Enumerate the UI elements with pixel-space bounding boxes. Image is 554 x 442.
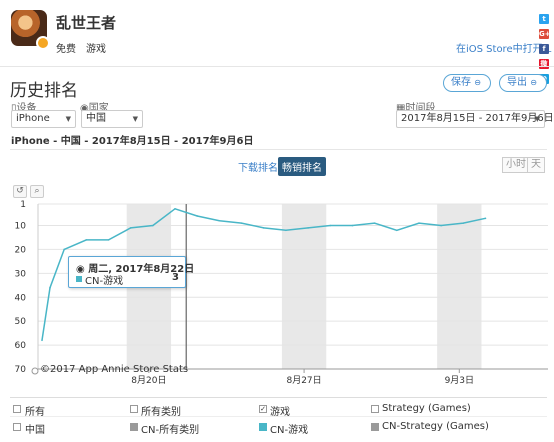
app-name: 乱世王者 bbox=[56, 14, 117, 32]
legend-row-label: 中国 bbox=[25, 425, 45, 436]
data-point bbox=[307, 227, 309, 229]
weibo-icon[interactable]: 微 bbox=[539, 59, 549, 69]
tooltip-series-swatch bbox=[76, 276, 82, 282]
export-button[interactable]: 导出 ⊖ bbox=[499, 74, 547, 92]
period-select-value: 2017年8月15日 - 2017年9月6日 bbox=[401, 113, 554, 124]
legend-item-label: 所有类别 bbox=[141, 407, 181, 418]
legend-item-label: Strategy (Games) bbox=[382, 403, 471, 414]
tooltip-value: 3 bbox=[172, 272, 179, 283]
data-point bbox=[196, 215, 199, 217]
legend-item-label: CN-游戏 bbox=[270, 425, 309, 436]
tooltip-series-name: CN-游戏 bbox=[85, 276, 124, 287]
data-point bbox=[418, 222, 420, 224]
tab-downloads[interactable]: 下载排名 bbox=[238, 159, 278, 174]
weekend-band bbox=[437, 204, 482, 369]
y-tick-label: 10 bbox=[15, 222, 27, 232]
page-title: 历史排名 bbox=[10, 81, 78, 101]
export-button-label: 导出 bbox=[507, 77, 527, 88]
ios-store-link[interactable]: 在iOS Store中打开 L bbox=[456, 40, 551, 55]
app-price: 免费 bbox=[56, 44, 76, 55]
legend-row-label: 所有 bbox=[25, 407, 45, 418]
chevron-down-icon: ▼ bbox=[132, 115, 138, 123]
row-checkbox[interactable] bbox=[13, 423, 21, 431]
data-point bbox=[462, 222, 465, 224]
copyright-text: ©2017 App Annie Store Stats bbox=[40, 364, 189, 375]
data-point bbox=[240, 222, 243, 224]
legend-swatch bbox=[371, 423, 379, 431]
period-select[interactable]: 2017年8月15日 - 2017年9月6日 ▼ bbox=[396, 110, 554, 128]
save-button[interactable]: 保存 ⊖ bbox=[443, 74, 491, 92]
legend-swatch bbox=[259, 423, 267, 431]
legend-checkbox[interactable] bbox=[371, 405, 379, 413]
y-tick-label: 20 bbox=[15, 245, 27, 255]
app-badge-icon bbox=[36, 36, 50, 50]
lock-icon: ⊖ bbox=[474, 78, 481, 87]
data-point bbox=[41, 339, 43, 342]
data-point bbox=[218, 219, 221, 222]
row-checkbox[interactable] bbox=[13, 405, 21, 413]
tab-revenue[interactable]: 畅销排名 bbox=[278, 157, 326, 176]
data-point bbox=[174, 207, 176, 210]
data-point bbox=[395, 229, 398, 232]
data-point bbox=[63, 248, 65, 251]
x-tick-label: 8月27日 bbox=[286, 375, 321, 386]
country-select-value: 中国 bbox=[86, 113, 106, 124]
data-point bbox=[484, 217, 487, 220]
legend-checkbox[interactable]: ✓ bbox=[259, 405, 267, 413]
y-tick-label: 40 bbox=[15, 293, 27, 303]
chevron-down-icon: ▼ bbox=[534, 115, 540, 123]
x-tick-label: 8月20日 bbox=[131, 375, 166, 386]
toggle-day[interactable]: 天 bbox=[527, 157, 545, 173]
data-point bbox=[49, 286, 51, 289]
twitter-icon[interactable]: t bbox=[539, 14, 549, 24]
facebook-icon[interactable]: f bbox=[539, 44, 549, 54]
chart-tooltip: ◉ 周二, 2017年8月22日 CN-游戏 3 bbox=[68, 256, 194, 288]
data-point bbox=[351, 224, 354, 227]
data-point bbox=[85, 239, 88, 241]
y-tick-label: 70 bbox=[15, 365, 27, 375]
summary-divider bbox=[10, 149, 547, 150]
data-point bbox=[129, 227, 132, 229]
summary-line: iPhone - 中国 - 2017年8月15日 - 2017年9月6日 bbox=[11, 136, 254, 147]
y-tick-label: 50 bbox=[15, 317, 27, 327]
data-point bbox=[262, 227, 265, 229]
data-point bbox=[373, 222, 376, 224]
data-point bbox=[440, 224, 442, 227]
lock-icon: ⊖ bbox=[530, 78, 537, 87]
app-category[interactable]: 游戏 bbox=[86, 40, 106, 55]
device-select-value: iPhone bbox=[16, 113, 50, 124]
device-select[interactable]: iPhone ▼ bbox=[11, 110, 76, 128]
country-select[interactable]: 中国 ▼ bbox=[81, 110, 143, 128]
chevron-down-icon: ▼ bbox=[65, 115, 71, 123]
y-tick-label: 60 bbox=[15, 341, 27, 351]
y-tick-label: 1 bbox=[20, 200, 26, 210]
legend-item-label: CN-所有类别 bbox=[141, 425, 200, 436]
data-point bbox=[107, 239, 110, 241]
google-plus-icon[interactable]: G+ bbox=[539, 29, 551, 39]
data-point bbox=[329, 224, 332, 227]
header-divider bbox=[0, 66, 554, 67]
toggle-hour[interactable]: 小时 bbox=[502, 157, 530, 173]
y-tick-label: 30 bbox=[15, 269, 27, 279]
data-point bbox=[285, 229, 287, 232]
legend-divider bbox=[10, 397, 547, 398]
legend-item-label: CN-Strategy (Games) bbox=[382, 421, 489, 432]
legend-item-label: 游戏 bbox=[270, 407, 290, 418]
legend-swatch bbox=[130, 423, 138, 431]
legend-checkbox[interactable] bbox=[130, 405, 138, 413]
data-point bbox=[152, 224, 154, 227]
range-handle bbox=[31, 367, 39, 375]
x-tick-label: 9月3日 bbox=[445, 375, 474, 386]
save-button-label: 保存 bbox=[451, 77, 471, 88]
